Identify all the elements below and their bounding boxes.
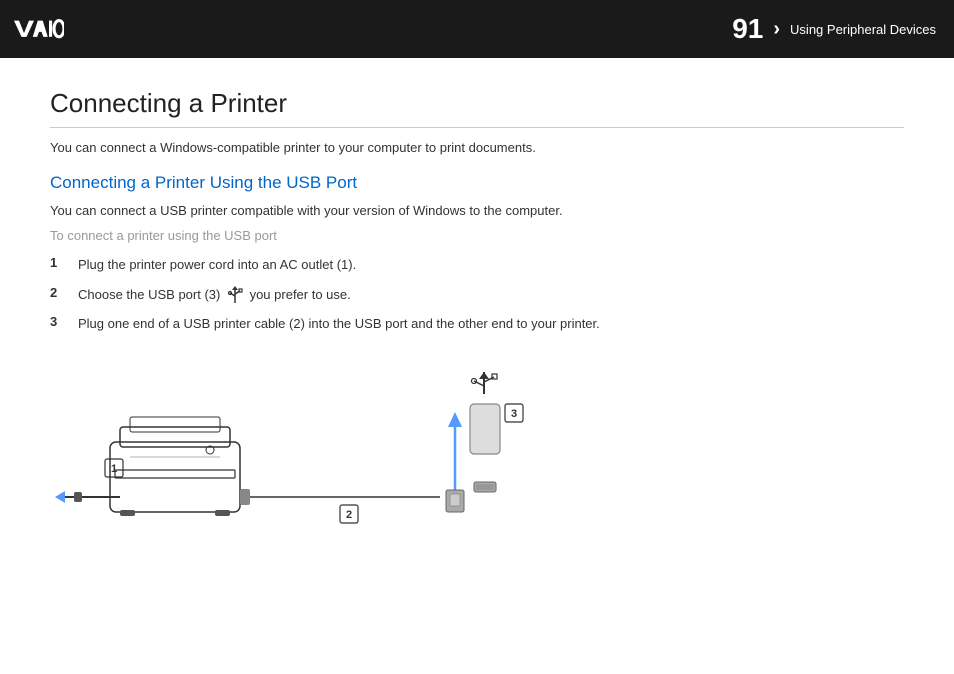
- page-number: 91: [732, 13, 763, 45]
- usb-symbol-icon: [226, 286, 244, 304]
- printer-diagram: 1 2: [50, 352, 570, 552]
- step-2: 2 Choose the USB port (3) you prefer to …: [50, 285, 904, 305]
- step-2-text: Choose the USB port (3) you prefer to us…: [78, 285, 904, 305]
- step-1-text: Plug the printer power cord into an AC o…: [78, 255, 904, 275]
- steps-list: 1 Plug the printer power cord into an AC…: [50, 255, 904, 334]
- step-2-number: 2: [50, 285, 78, 300]
- header-arrow: ›: [773, 18, 780, 41]
- step-3-text: Plug one end of a USB printer cable (2) …: [78, 314, 904, 334]
- svg-text:3: 3: [511, 408, 517, 420]
- main-title: Connecting a Printer: [50, 88, 904, 128]
- step-1-number: 1: [50, 255, 78, 270]
- svg-text:1: 1: [111, 463, 117, 475]
- step-1: 1 Plug the printer power cord into an AC…: [50, 255, 904, 275]
- vaio-logo: [14, 14, 64, 44]
- sub-title: To connect a printer using the USB port: [50, 228, 904, 243]
- step-3-number: 3: [50, 314, 78, 329]
- svg-text:2: 2: [346, 509, 352, 521]
- header-section-title: Using Peripheral Devices: [790, 22, 936, 37]
- printer-diagram-svg: 1 2: [50, 352, 570, 547]
- usb-symbol-large: [472, 372, 498, 394]
- page-header: 91 › Using Peripheral Devices: [0, 0, 954, 58]
- section-intro: You can connect a USB printer compatible…: [50, 203, 904, 218]
- step-3: 3 Plug one end of a USB printer cable (2…: [50, 314, 904, 334]
- intro-text: You can connect a Windows-compatible pri…: [50, 140, 904, 155]
- header-right: 91 › Using Peripheral Devices: [732, 13, 936, 45]
- page-content: Connecting a Printer You can connect a W…: [0, 58, 954, 582]
- section-title: Connecting a Printer Using the USB Port: [50, 173, 904, 193]
